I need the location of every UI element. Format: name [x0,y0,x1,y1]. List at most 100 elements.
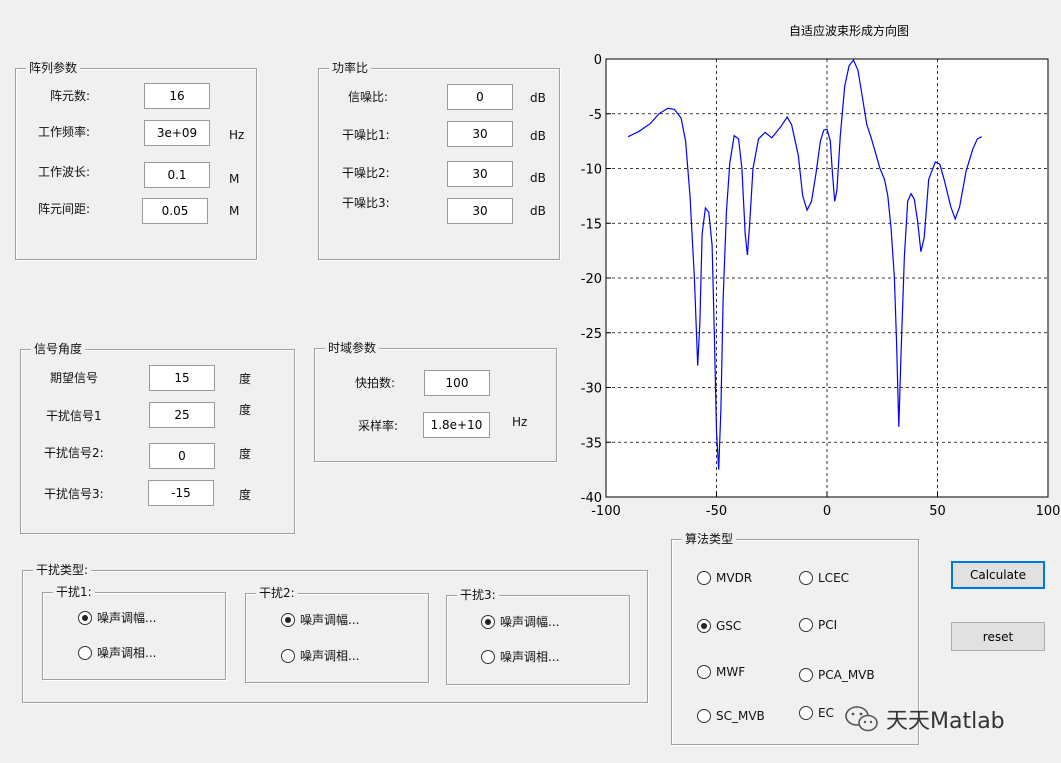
inr1-input[interactable] [447,121,513,147]
algo-ec-radio[interactable]: EC [799,706,834,720]
element-count-input[interactable] [144,83,210,109]
interference1-pm-radio[interactable]: 噪声调相... [78,644,156,661]
radio-dot [281,648,295,663]
interference1-angle-unit: 度 [239,403,252,417]
group-title: 干扰2: [256,585,298,601]
algo-gsc-radio[interactable]: GSC [697,619,741,633]
radio-dot [799,571,813,585]
radio-label: 噪声调相... [500,650,560,664]
radio-dot [481,614,495,629]
label-frequency: 工作频率: [38,125,91,139]
snr-input[interactable] [447,84,513,110]
interference3-am-radio[interactable]: 噪声调幅... [481,613,559,630]
interference1-am-radio[interactable]: 噪声调幅... [78,609,156,626]
wavelength-unit: M [229,172,240,186]
algo-lcec-radio[interactable]: LCEC [799,571,849,585]
label-element-spacing: 阵元间距: [38,202,91,216]
group-title: 算法类型 [682,531,737,547]
y-tick-label: -35 [581,436,602,451]
calculate-button[interactable]: Calculate [951,561,1045,589]
y-tick-label: -20 [581,272,602,287]
reset-button[interactable]: reset [951,622,1045,651]
y-tick-label: -15 [581,217,602,232]
group-title: 阵列参数 [26,60,81,76]
radio-dot [799,706,813,720]
inr1-unit: dB [530,129,546,143]
radio-label: PCA_MVB [818,668,875,682]
watermark-text: 天天Matlab [886,709,1005,734]
inr2-unit: dB [530,171,546,185]
radio-dot [799,668,813,682]
interference2-am-radio[interactable]: 噪声调幅... [281,611,359,628]
radio-label: 噪声调幅... [97,611,157,625]
frequency-unit: Hz [229,128,245,142]
x-tick-label: 50 [929,504,946,518]
label-snr: 信噪比: [348,90,389,104]
sample-rate-input[interactable] [423,412,490,438]
radio-dot [697,709,711,723]
desired-angle-input[interactable] [149,365,215,391]
sample-rate-unit: Hz [512,415,528,429]
x-tick-label: 0 [823,504,831,518]
x-tick-label: 100 [1036,504,1060,518]
interference2-group: 干扰2: [245,585,429,683]
wavelength-input[interactable] [144,162,210,188]
interference2-pm-radio[interactable]: 噪声调相... [281,647,359,664]
interference2-angle-input[interactable] [149,443,215,469]
algo-sc-mvb-radio[interactable]: SC_MVB [697,709,765,723]
radio-dot [697,571,711,585]
x-tick-label: -100 [591,504,621,518]
radio-label: 噪声调相... [97,646,157,660]
group-title: 信号角度 [31,341,86,357]
label-interference1: 干扰信号1 [46,409,102,423]
inr2-input[interactable] [447,161,513,187]
label-wavelength: 工作波长: [38,165,91,179]
label-element-count: 阵元数: [50,89,91,103]
snapshots-input[interactable] [424,370,490,396]
group-title: 干扰1: [53,584,95,600]
watermark: 天天Matlab [842,703,1005,735]
group-title: 功率比 [329,60,372,76]
inr3-input[interactable] [447,198,513,224]
radio-label: 噪声调幅... [500,615,560,629]
radio-label: 噪声调幅... [300,613,360,627]
label-inr3: 干噪比3: [342,196,390,210]
interference3-group: 干扰3: [446,587,630,685]
radio-dot [697,665,711,679]
interference1-angle-input[interactable] [149,402,215,428]
label-inr1: 干噪比1: [342,128,390,142]
label-interference2: 干扰信号2: [44,446,104,460]
y-tick-label: -30 [581,382,602,397]
radio-label: MWF [716,665,746,679]
algo-mwf-radio[interactable]: MWF [697,665,745,679]
algo-pca-mvb-radio[interactable]: PCA_MVB [799,668,875,682]
chart-title: 自适应波束形成方向图 [789,23,909,38]
label-inr2: 干噪比2: [342,166,390,180]
snr-unit: dB [530,91,546,105]
inr3-unit: dB [530,204,546,218]
frequency-input[interactable] [144,120,210,146]
wechat-icon [845,706,878,732]
element-spacing-unit: M [229,204,240,218]
radio-label: GSC [716,619,742,633]
group-title: 干扰类型: [33,562,92,578]
radio-label: LCEC [818,571,850,585]
radio-dot [799,618,813,632]
time-params-group: 时域参数 [314,340,557,462]
y-tick-label: -10 [581,163,602,178]
group-title: 干扰3: [457,587,499,603]
radio-dot [281,612,295,627]
interference3-angle-input[interactable] [148,480,214,506]
radio-label: 噪声调相... [300,649,360,663]
algo-pci-radio[interactable]: PCI [799,618,837,632]
interference1-group: 干扰1: [42,584,226,680]
beam-pattern-chart: 自适应波束形成方向图 0-5-10-15-20-25-30-35-40 -100… [581,23,1060,518]
radio-dot [481,649,495,664]
x-tick-label: -50 [706,504,727,518]
y-tick-label: 0 [594,53,602,68]
interference3-pm-radio[interactable]: 噪声调相... [481,648,559,665]
element-spacing-input[interactable] [142,198,208,224]
radio-dot [78,645,92,660]
algo-mvdr-radio[interactable]: MVDR [697,571,752,585]
interference3-angle-unit: 度 [239,488,252,502]
